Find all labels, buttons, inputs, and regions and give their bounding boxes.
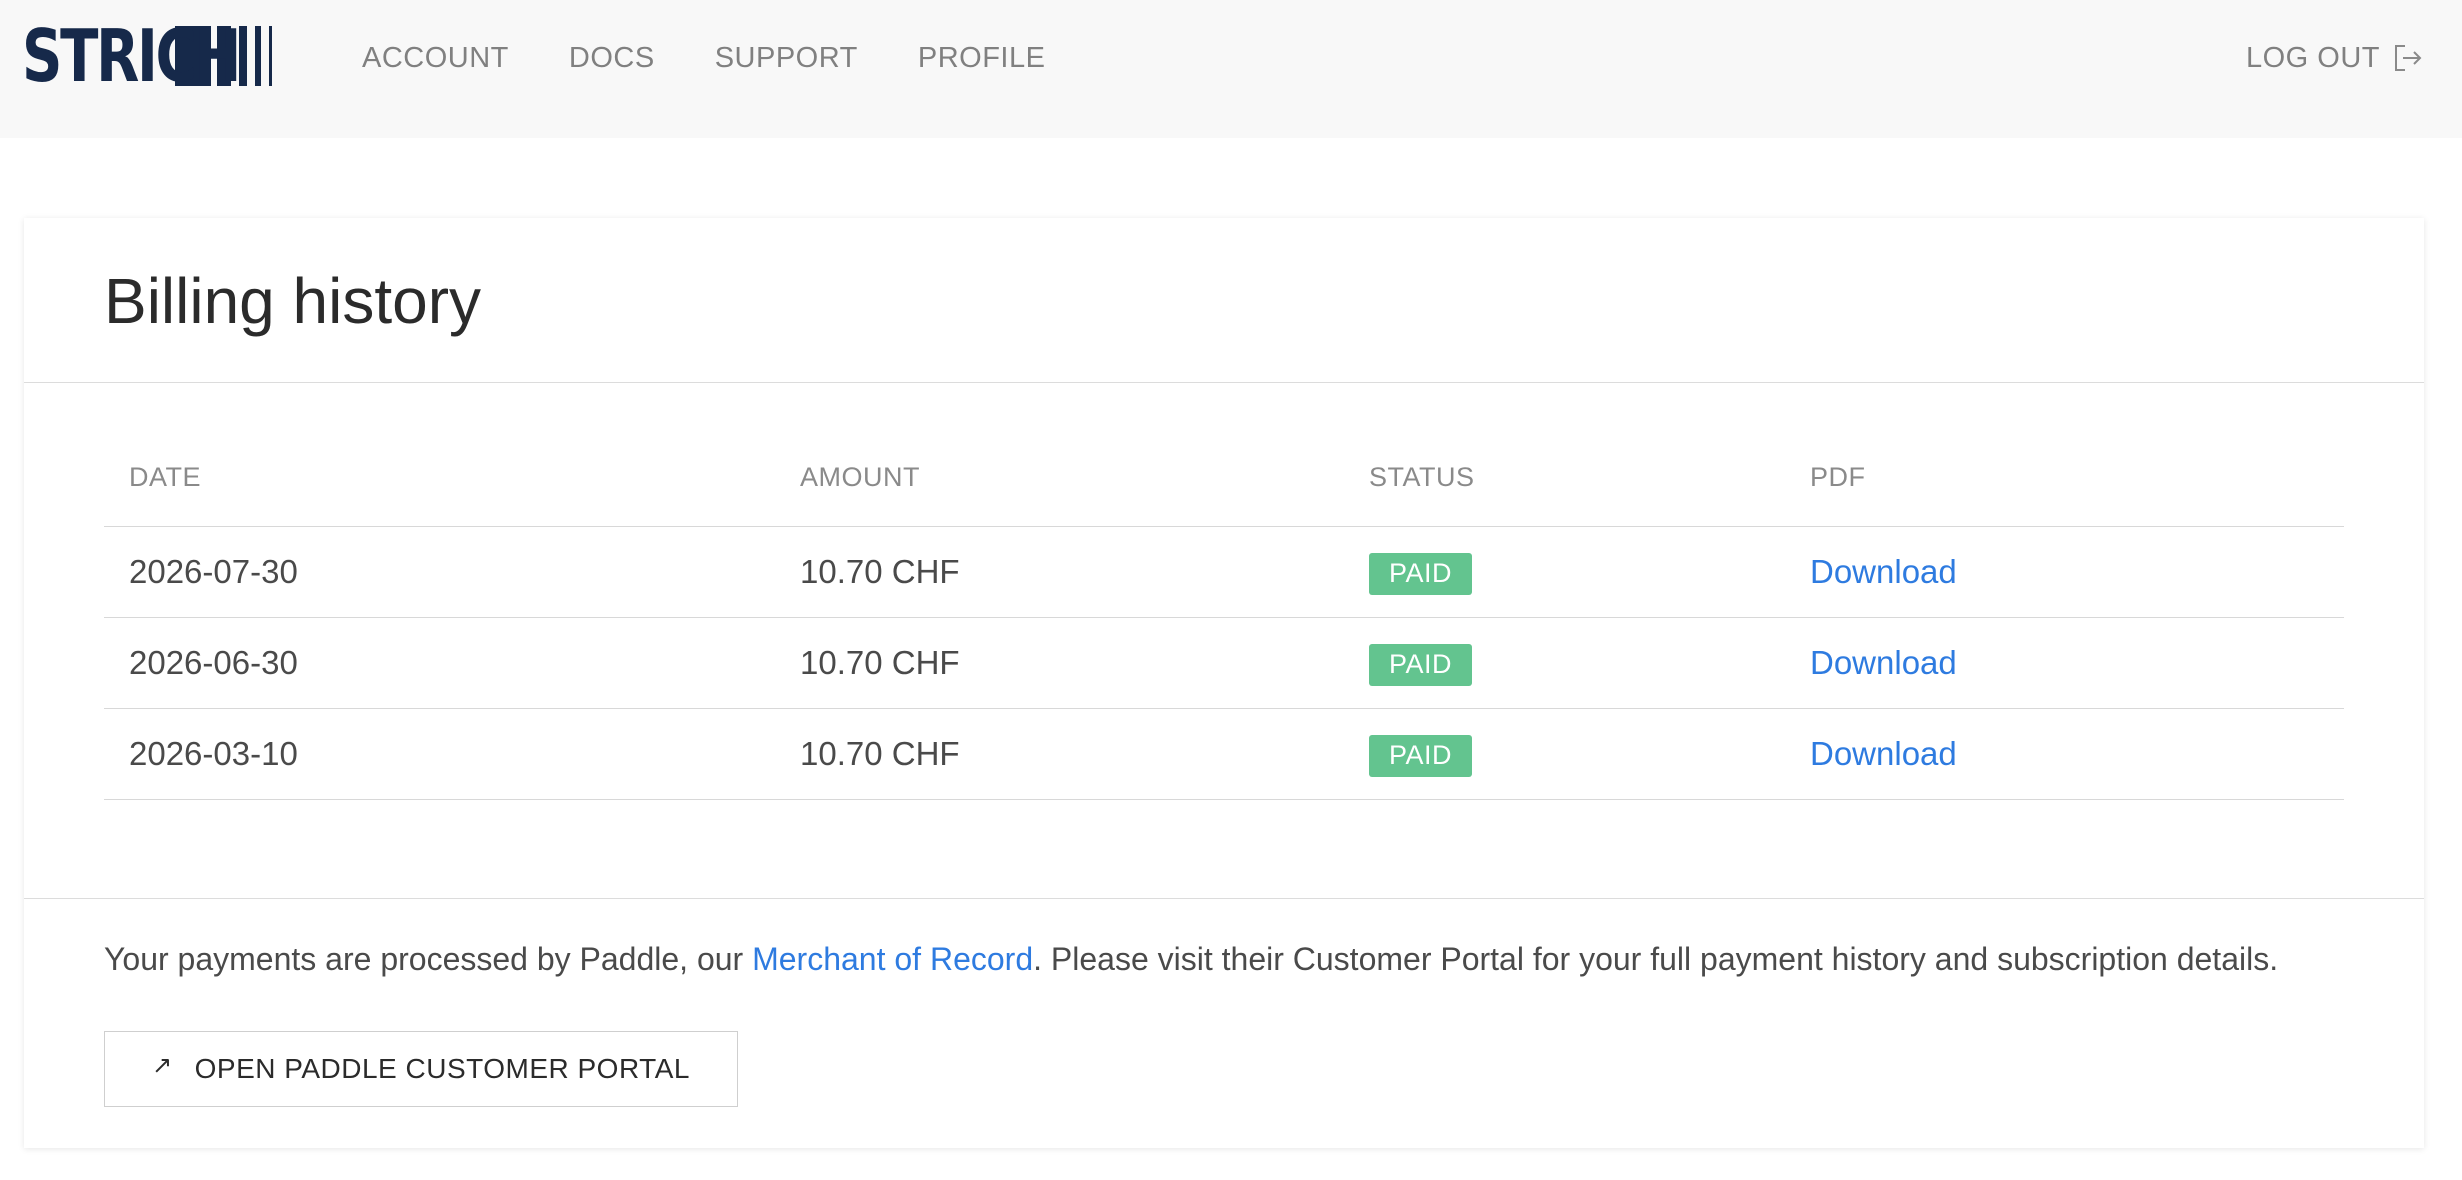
logout-icon: [2395, 45, 2422, 71]
row-pdf: Download: [1810, 618, 1957, 708]
row-date: 2026-06-30: [129, 644, 298, 681]
page-title: Billing history: [104, 265, 482, 337]
paddle-info-text: Your payments are processed by Paddle, o…: [104, 941, 2278, 978]
table-header-row: DATE AMOUNT STATUS PDF: [104, 458, 2344, 527]
column-header-status: STATUS: [1369, 462, 1475, 492]
table-row: 2026-06-30 10.70 CHF PAID Download: [104, 618, 2344, 709]
row-pdf: Download: [1810, 527, 1957, 617]
billing-table: DATE AMOUNT STATUS PDF 2026-07-30 10.70 …: [104, 458, 2344, 800]
download-pdf-link[interactable]: Download: [1810, 735, 1957, 773]
nav-profile[interactable]: PROFILE: [918, 42, 1046, 75]
column-header-amount: AMOUNT: [800, 462, 920, 492]
card-footer: Your payments are processed by Paddle, o…: [24, 898, 2424, 1149]
column-header-pdf: PDF: [1810, 462, 1866, 492]
billing-history-card: Billing history DATE AMOUNT STATUS PDF 2…: [24, 218, 2424, 1148]
column-header-date: DATE: [129, 462, 202, 492]
logout-button[interactable]: LOG OUT: [2246, 0, 2424, 116]
open-paddle-portal-button[interactable]: ↗ OPEN PADDLE CUSTOMER PORTAL: [104, 1031, 738, 1107]
merchant-of-record-link[interactable]: Merchant of Record: [752, 941, 1033, 977]
nav-support[interactable]: SUPPORT: [715, 42, 858, 75]
row-amount: 10.70 CHF: [800, 735, 960, 772]
row-amount: 10.70 CHF: [800, 644, 960, 681]
nav-docs[interactable]: DOCS: [569, 42, 655, 75]
row-status: PAID: [1369, 527, 1473, 617]
strich-logo[interactable]: STRICH: [22, 14, 272, 98]
paddle-info-text-start: Your payments are processed by Paddle, o…: [104, 941, 753, 977]
download-pdf-link[interactable]: Download: [1810, 644, 1957, 682]
paddle-info-text-end: . Please visit their Customer Portal for…: [1033, 941, 2279, 977]
logout-label: LOG OUT: [2245, 41, 2380, 74]
row-amount: 10.70 CHF: [800, 553, 960, 590]
row-date: 2026-07-30: [129, 553, 298, 590]
main-nav: ACCOUNT DOCS SUPPORT PROFILE: [362, 0, 1105, 116]
external-link-icon: ↗: [152, 1051, 173, 1079]
row-pdf: Download: [1810, 709, 1957, 799]
logo-text: STRICH: [22, 14, 241, 98]
download-pdf-link[interactable]: Download: [1810, 553, 1957, 591]
row-date: 2026-03-10: [129, 735, 298, 772]
status-badge: PAID: [1369, 644, 1473, 686]
nav-account[interactable]: ACCOUNT: [362, 42, 509, 75]
row-status: PAID: [1369, 709, 1473, 799]
table-row: 2026-07-30 10.70 CHF PAID Download: [104, 527, 2344, 618]
status-badge: PAID: [1369, 735, 1473, 777]
top-navbar: STRICH ACCOUNT DOCS SUPPORT PROFILE LOG …: [0, 0, 2462, 138]
row-status: PAID: [1369, 618, 1473, 708]
card-header: Billing history: [24, 218, 2424, 383]
status-badge: PAID: [1369, 553, 1473, 595]
table-row: 2026-03-10 10.70 CHF PAID Download: [104, 709, 2344, 800]
portal-button-label: OPEN PADDLE CUSTOMER PORTAL: [194, 1053, 690, 1084]
